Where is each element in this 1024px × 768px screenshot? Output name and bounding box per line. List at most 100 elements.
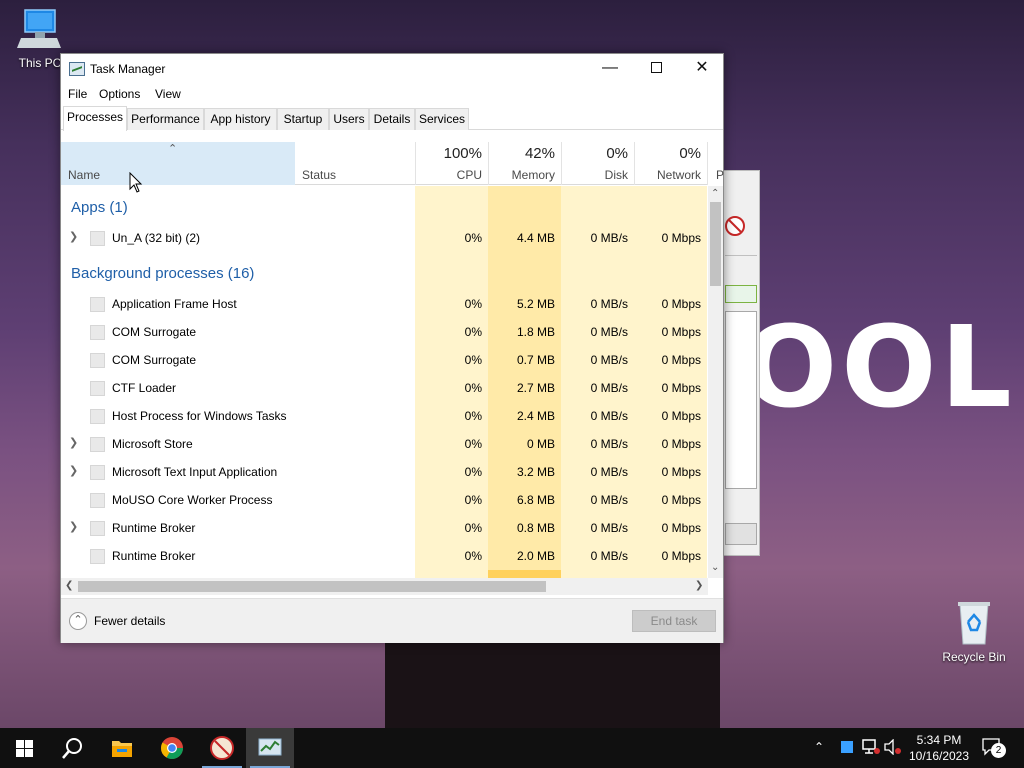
process-row[interactable]: Host Process for Windows Tasks 0% 2.4 MB 0 … [61, 402, 708, 430]
window-title: Task Manager [90, 62, 166, 76]
volume-muted-icon [884, 738, 901, 756]
expand-chevron-icon[interactable]: ❯ [69, 520, 78, 533]
process-name: Un_A (32 bit) (2) [112, 231, 201, 245]
taskbar-un-a-app[interactable] [198, 728, 246, 768]
status-column-header[interactable]: Status [302, 168, 336, 182]
process-row[interactable]: ❯ Un_A (32 bit) (2) 0% 4.4 MB 0 MB/s 0 Mbps [61, 224, 708, 252]
tab-details[interactable]: Details [369, 108, 415, 130]
process-cpu: 0% [464, 465, 482, 479]
process-network: 0 Mbps [661, 493, 701, 507]
taskbar-task-manager[interactable] [246, 728, 294, 768]
process-name: Host Process for Windows Tasks [112, 409, 287, 423]
expand-chevron-icon[interactable]: ❯ [69, 436, 78, 449]
process-icon [90, 521, 105, 536]
menu-file[interactable]: File [68, 87, 87, 101]
vertical-scroll-thumb[interactable] [710, 202, 721, 286]
vertical-scrollbar[interactable]: ⌃ ⌄ [708, 186, 723, 578]
process-disk: 0 MB/s [590, 381, 628, 395]
tab-users[interactable]: Users [329, 108, 369, 130]
recycle-bin-icon [958, 602, 990, 645]
memory-hot-cell [488, 570, 561, 578]
process-name: COM Surrogate [112, 353, 197, 367]
process-memory: 2.0 MB [516, 549, 555, 563]
chevron-up-icon: ⌃ [814, 740, 825, 754]
cpu-total-percent: 100% [443, 145, 482, 162]
network-column-header[interactable]: Network [635, 168, 701, 182]
recycle-bin-shortcut[interactable]: Recycle Bin [938, 600, 1010, 664]
taskbar-chrome[interactable] [148, 728, 196, 768]
expand-chevron-icon[interactable]: ❯ [69, 464, 78, 477]
bg-list-box[interactable] [725, 311, 757, 489]
tab-startup[interactable]: Startup [277, 108, 329, 130]
process-row[interactable]: COM Surrogate 0% 1.8 MB 0 MB/s 0 Mbps [61, 318, 708, 346]
scroll-right-arrow-icon[interactable]: ❯ [695, 580, 703, 591]
memory-column-header[interactable]: Memory [489, 168, 555, 182]
process-row[interactable]: CTF Loader 0% 2.7 MB 0 MB/s 0 Mbps [61, 374, 708, 402]
end-task-button[interactable]: End task [632, 610, 716, 632]
process-name: Microsoft Text Input Application [112, 465, 278, 479]
process-row[interactable]: MoUSO Core Worker Process 0% 6.8 MB 0 MB/s 0… [61, 486, 708, 514]
horizontal-scroll-thumb[interactable] [78, 581, 546, 592]
show-hidden-icons-button[interactable]: ⌃ [814, 740, 824, 768]
process-row[interactable]: ❯ Runtime Broker 0% 0.8 MB 0 MB/s 0 Mbps [61, 514, 708, 542]
process-cpu: 0% [464, 493, 482, 507]
minimize-icon: — [602, 59, 618, 76]
tray-app-icon[interactable] [841, 741, 853, 753]
process-disk: 0 MB/s [590, 325, 628, 339]
expand-chevron-icon[interactable]: ❯ [69, 230, 78, 243]
process-cpu: 0% [464, 325, 482, 339]
process-network: 0 Mbps [661, 437, 701, 451]
fewer-details-link[interactable]: Fewer details [94, 614, 165, 628]
menu-bar: File Options View [61, 84, 723, 106]
process-network: 0 Mbps [661, 549, 701, 563]
bg-button[interactable] [725, 523, 757, 545]
start-button[interactable] [0, 728, 48, 768]
process-network: 0 Mbps [661, 297, 701, 311]
tab-services[interactable]: Services [415, 108, 469, 130]
group-header-apps: Apps (1) [71, 199, 128, 216]
disk-column-header[interactable]: Disk [562, 168, 628, 182]
task-manager-taskbar-icon [258, 738, 282, 756]
process-row[interactable]: Runtime Broker 0% 2.0 MB 0 MB/s 0 Mbps [61, 542, 708, 570]
network-tray-button[interactable] [862, 739, 880, 768]
name-column-label: Name [68, 168, 101, 182]
power-column-header-partial[interactable]: P [716, 168, 724, 182]
process-cpu: 0% [464, 521, 482, 535]
close-icon: ✕ [695, 59, 709, 76]
process-cpu: 0% [464, 231, 482, 245]
close-button[interactable]: ✕ [679, 54, 725, 84]
clock-date: 10/16/2023 [908, 749, 970, 763]
process-row[interactable]: ❯ Microsoft Text Input Application 0% 3.2 M… [61, 458, 708, 486]
maximize-button[interactable] [633, 54, 679, 84]
process-row[interactable]: Application Frame Host 0% 5.2 MB 0 MB/s 0 Mb… [61, 290, 708, 318]
horizontal-scrollbar[interactable]: ❮ ❯ [61, 578, 708, 595]
tab-performance[interactable]: Performance [127, 108, 204, 130]
menu-options[interactable]: Options [99, 87, 140, 101]
bg-divider [725, 255, 757, 256]
menu-view[interactable]: View [155, 87, 181, 101]
name-column-header[interactable]: ⌃ Name [61, 142, 295, 185]
process-cpu: 0% [464, 437, 482, 451]
un-a-app-icon [210, 736, 234, 760]
scroll-left-arrow-icon[interactable]: ❮ [65, 580, 73, 591]
process-memory: 0.7 MB [516, 353, 555, 367]
volume-tray-button[interactable] [884, 738, 902, 768]
process-name: COM Surrogate [112, 325, 197, 339]
minimize-button[interactable]: — [587, 54, 633, 84]
taskbar-file-explorer[interactable] [98, 728, 146, 768]
cpu-column-header[interactable]: CPU [416, 168, 482, 182]
search-button[interactable] [48, 728, 96, 768]
title-bar[interactable]: Task Manager — ✕ [61, 54, 723, 84]
tab-app-history[interactable]: App history [204, 108, 277, 130]
taskbar-clock[interactable]: 5:34 PM 10/16/2023 [904, 732, 974, 764]
process-row[interactable]: COM Surrogate 0% 0.7 MB 0 MB/s 0 Mbps [61, 346, 708, 374]
tab-processes[interactable]: Processes [63, 106, 127, 131]
taskbar: ⌃ 5:34 PM 10/16/2023 2 [0, 728, 1024, 768]
folder-icon [112, 741, 132, 757]
action-center-button[interactable]: 2 [982, 738, 1010, 758]
background-app-window[interactable] [722, 170, 760, 556]
chevron-up-icon[interactable]: ⌃ [69, 612, 87, 630]
scroll-up-arrow-icon[interactable]: ⌃ [711, 188, 719, 199]
process-row[interactable]: ❯ Microsoft Store 0% 0 MB 0 MB/s 0 Mbps [61, 430, 708, 458]
scroll-down-arrow-icon[interactable]: ⌄ [711, 562, 719, 573]
